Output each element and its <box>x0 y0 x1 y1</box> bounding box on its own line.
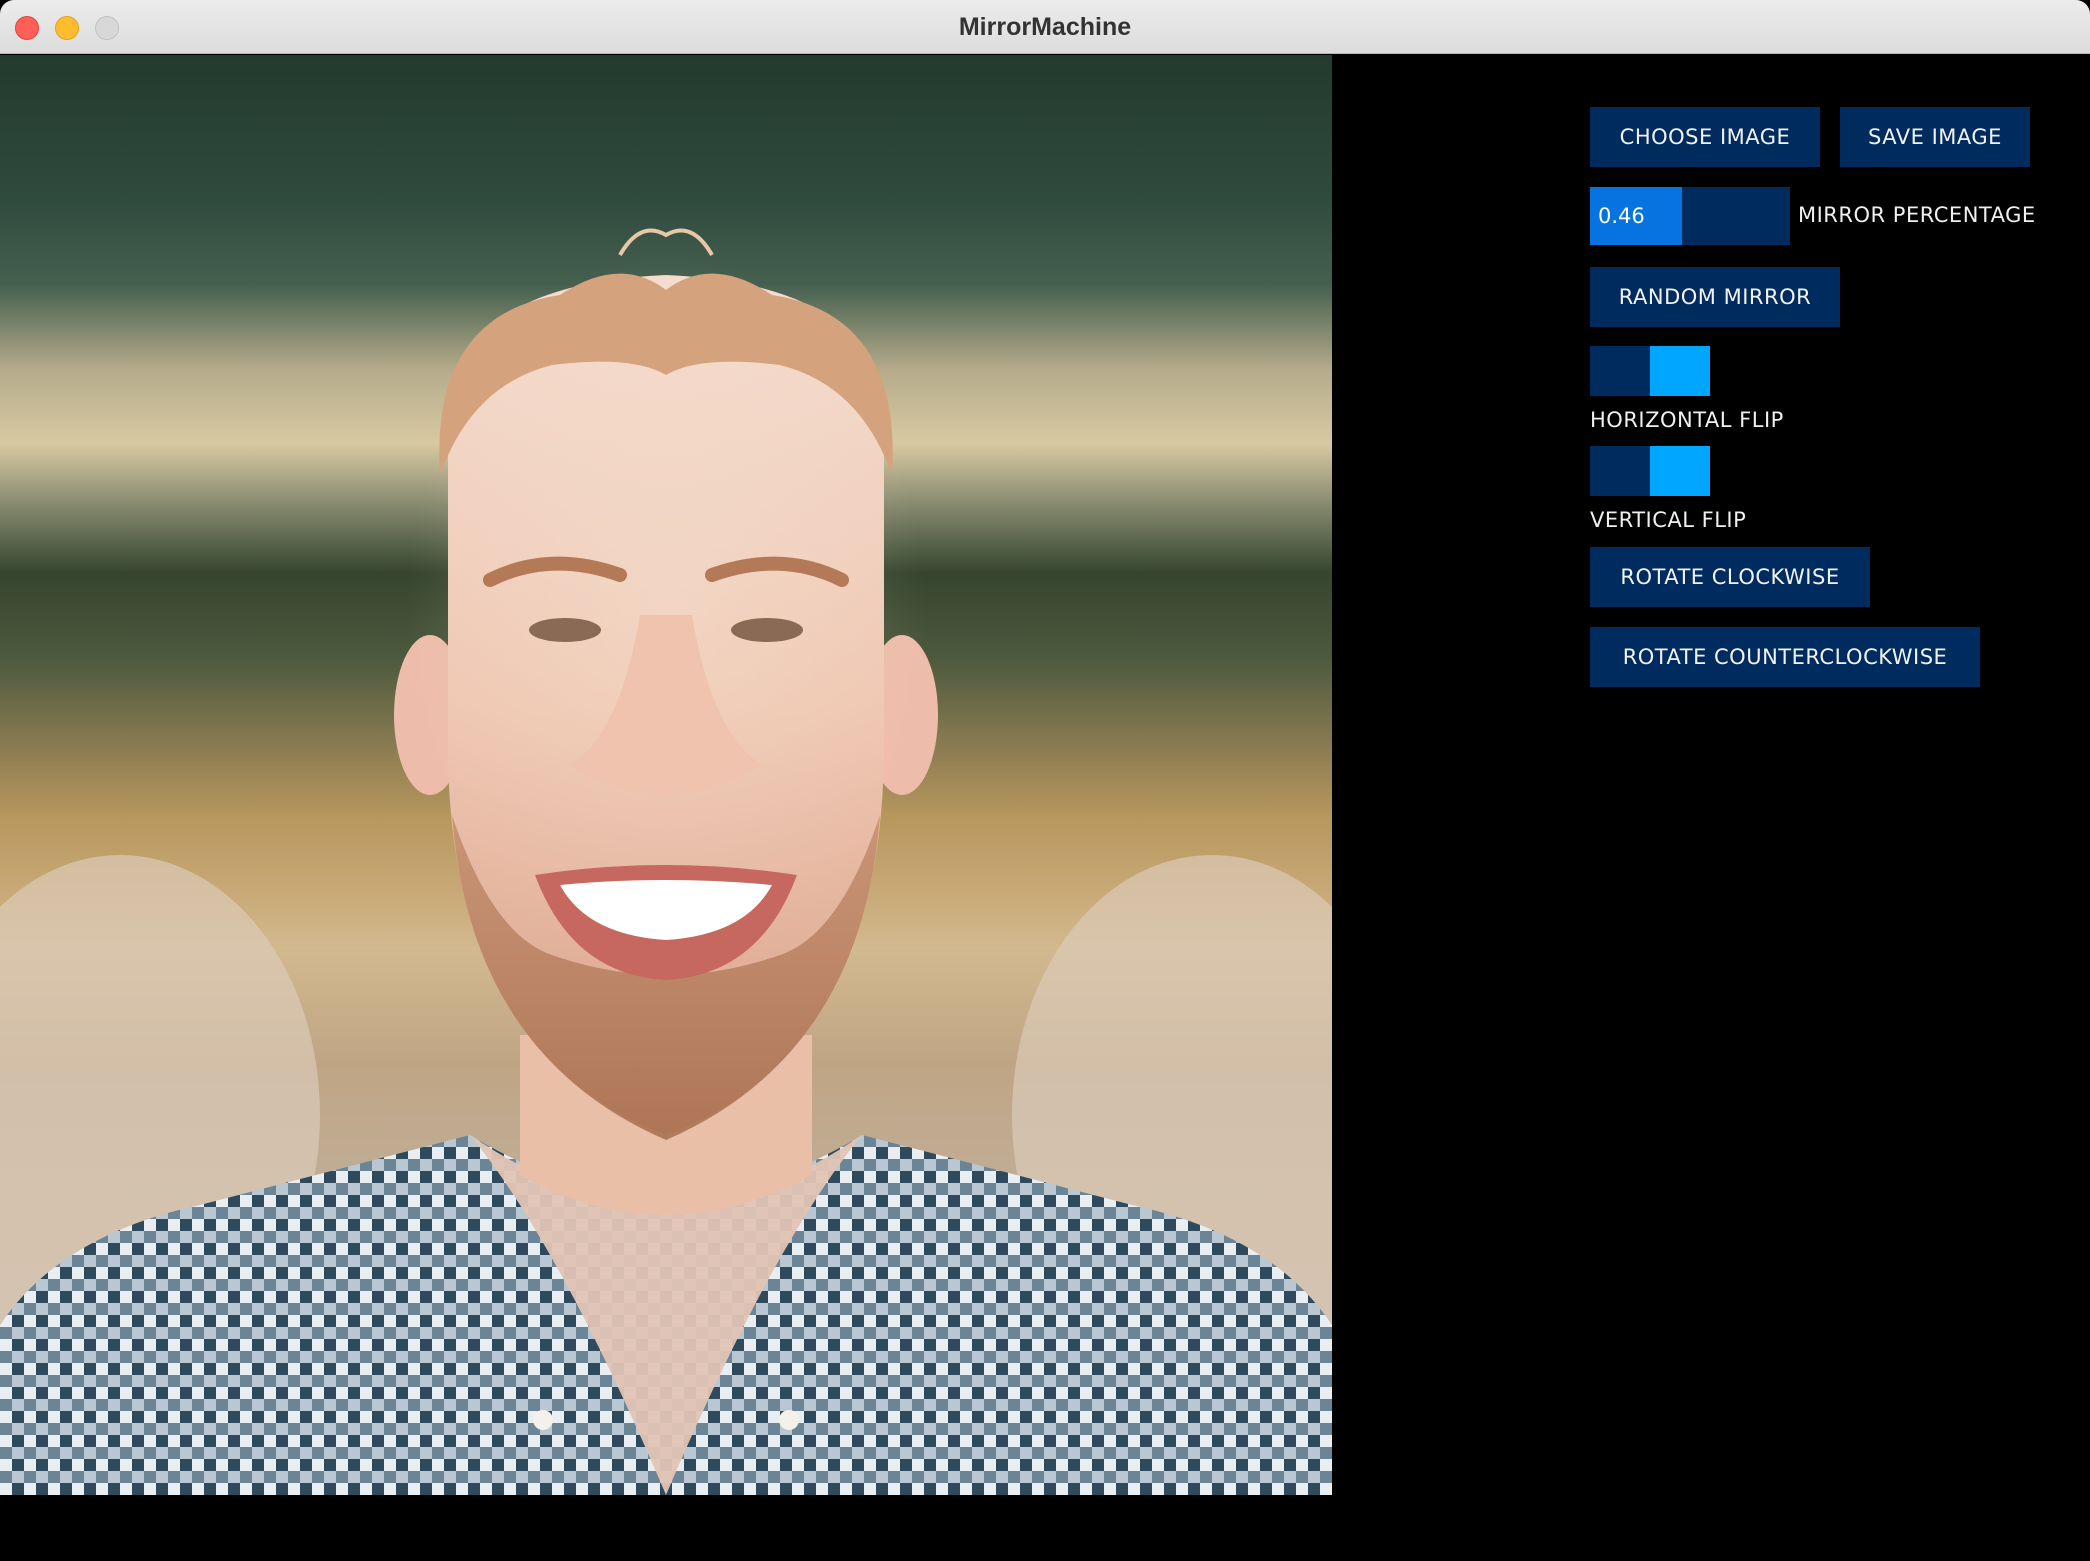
mirror-percentage-slider[interactable]: 0.46 <box>1590 187 1790 245</box>
save-image-button[interactable]: SAVE IMAGE <box>1840 107 2030 167</box>
horizontal-flip-toggle[interactable] <box>1590 346 1710 396</box>
image-canvas <box>0 55 1332 1495</box>
mirror-percentage-value: 0.46 <box>1598 204 1645 228</box>
title-bar[interactable]: MirrorMachine <box>0 0 2090 54</box>
vertical-flip-label: VERTICAL FLIP <box>1590 508 1747 532</box>
horizontal-flip-label: HORIZONTAL FLIP <box>1590 408 1784 432</box>
random-mirror-button[interactable]: RANDOM MIRROR <box>1590 267 1840 327</box>
mirrored-portrait-image <box>0 228 1332 1495</box>
rotate-counterclockwise-button[interactable]: ROTATE COUNTERCLOCKWISE <box>1590 627 1980 687</box>
vertical-flip-knob <box>1650 446 1710 496</box>
choose-image-button[interactable]: CHOOSE IMAGE <box>1590 107 1820 167</box>
mirror-percentage-label: MIRROR PERCENTAGE <box>1798 203 2036 227</box>
window-title: MirrorMachine <box>958 13 1132 41</box>
horizontal-flip-knob <box>1650 346 1710 396</box>
rotate-clockwise-button[interactable]: ROTATE CLOCKWISE <box>1590 547 1870 607</box>
vertical-flip-toggle[interactable] <box>1590 446 1710 496</box>
app-window: MirrorMachine CHOOSE IMAGE SAVE IMAGE 0.… <box>0 0 2090 1561</box>
